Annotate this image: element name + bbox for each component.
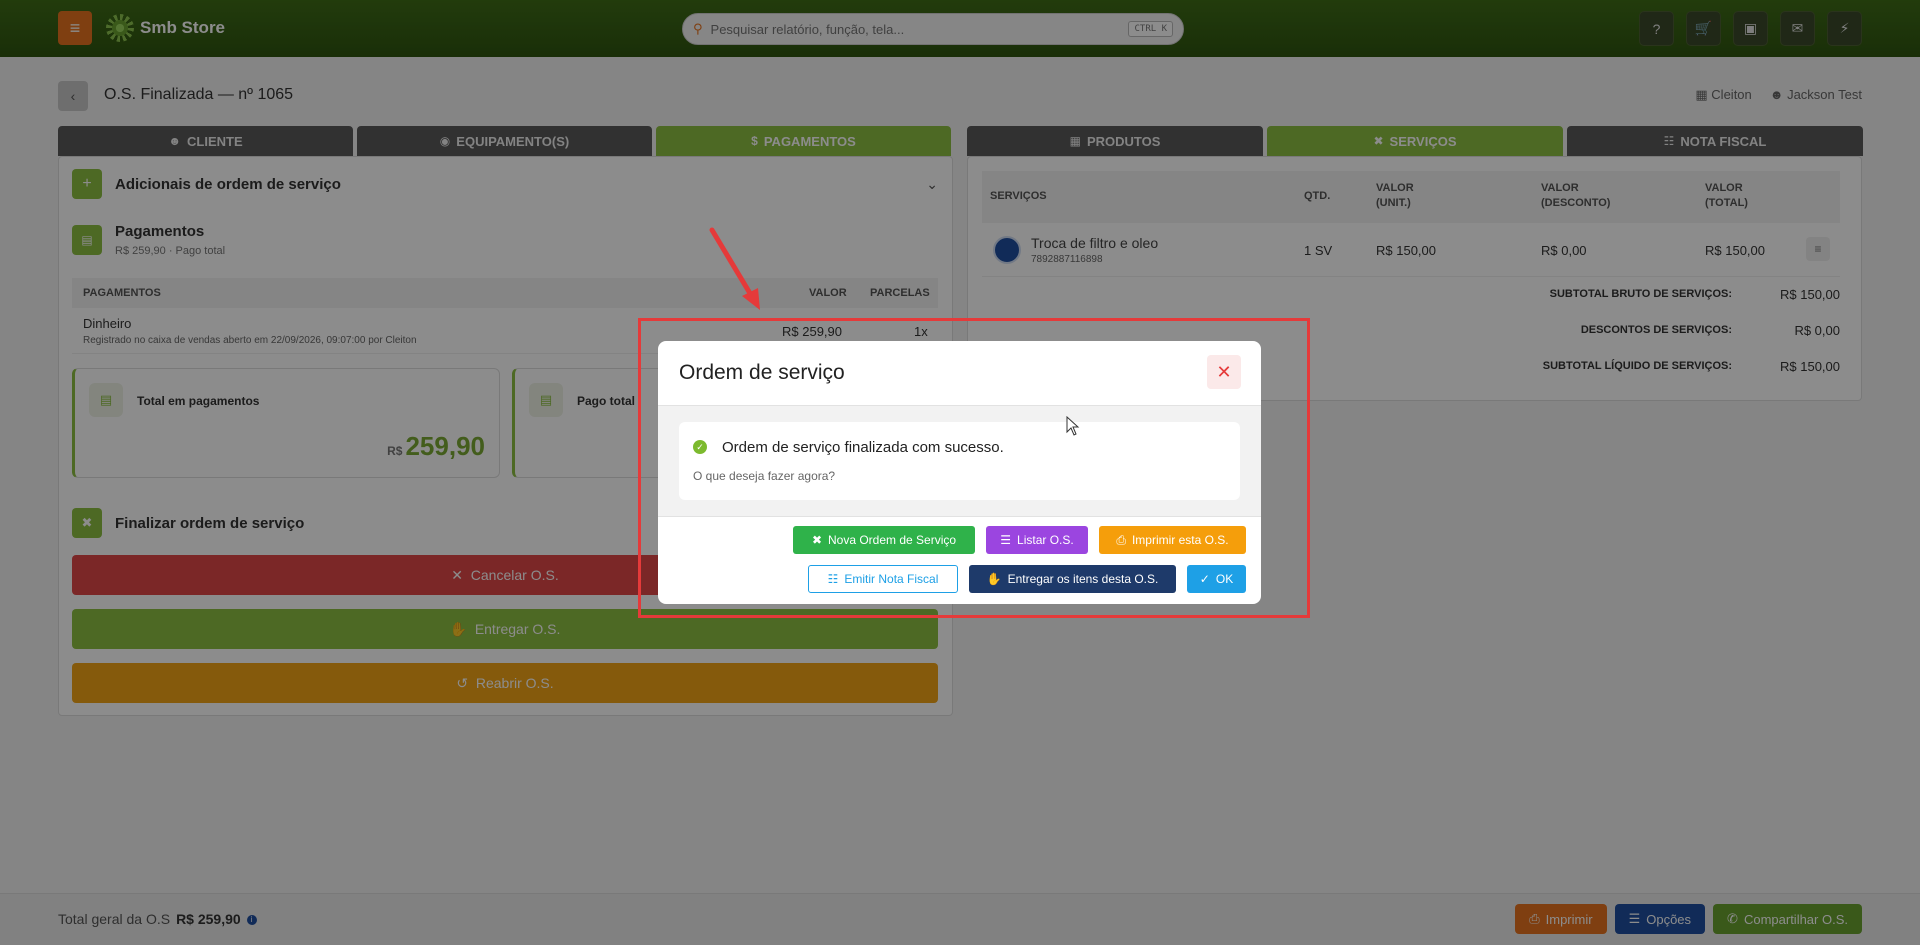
ok-button[interactable]: ✓ OK — [1187, 565, 1246, 593]
check-icon: ✓ — [1199, 572, 1210, 586]
list-os-button[interactable]: ☰ Listar O.S. — [986, 526, 1088, 554]
document-icon: ☷ — [827, 572, 839, 586]
modal-body: ✓ Ordem de serviço finalizada com sucess… — [658, 405, 1261, 517]
handshake-icon: ✋ — [986, 572, 1002, 586]
close-icon[interactable]: ✕ — [1207, 355, 1241, 389]
print-os-button[interactable]: ⎙ Imprimir esta O.S. — [1099, 526, 1246, 554]
list-icon: ☰ — [1000, 533, 1012, 547]
deliver-items-button[interactable]: ✋ Entregar os itens desta O.S. — [969, 565, 1176, 593]
os-modal: Ordem de serviço ✕ ✓ Ordem de serviço fi… — [658, 341, 1261, 604]
success-message: ✓ Ordem de serviço finalizada com sucess… — [679, 422, 1240, 500]
mouse-cursor-icon — [1066, 416, 1080, 436]
annotation-arrow-icon — [709, 227, 760, 310]
success-title: Ordem de serviço finalizada com sucesso. — [722, 439, 1004, 456]
printer-icon: ⎙ — [1116, 532, 1126, 547]
new-os-button[interactable]: ✖ Nova Ordem de Serviço — [793, 526, 975, 554]
emit-invoice-button[interactable]: ☷ Emitir Nota Fiscal — [808, 565, 958, 593]
modal-title: Ordem de serviço — [679, 361, 845, 384]
check-circle-icon: ✓ — [693, 440, 707, 454]
tools-icon: ✖ — [811, 533, 822, 547]
success-question: O que deseja fazer agora? — [693, 469, 836, 483]
